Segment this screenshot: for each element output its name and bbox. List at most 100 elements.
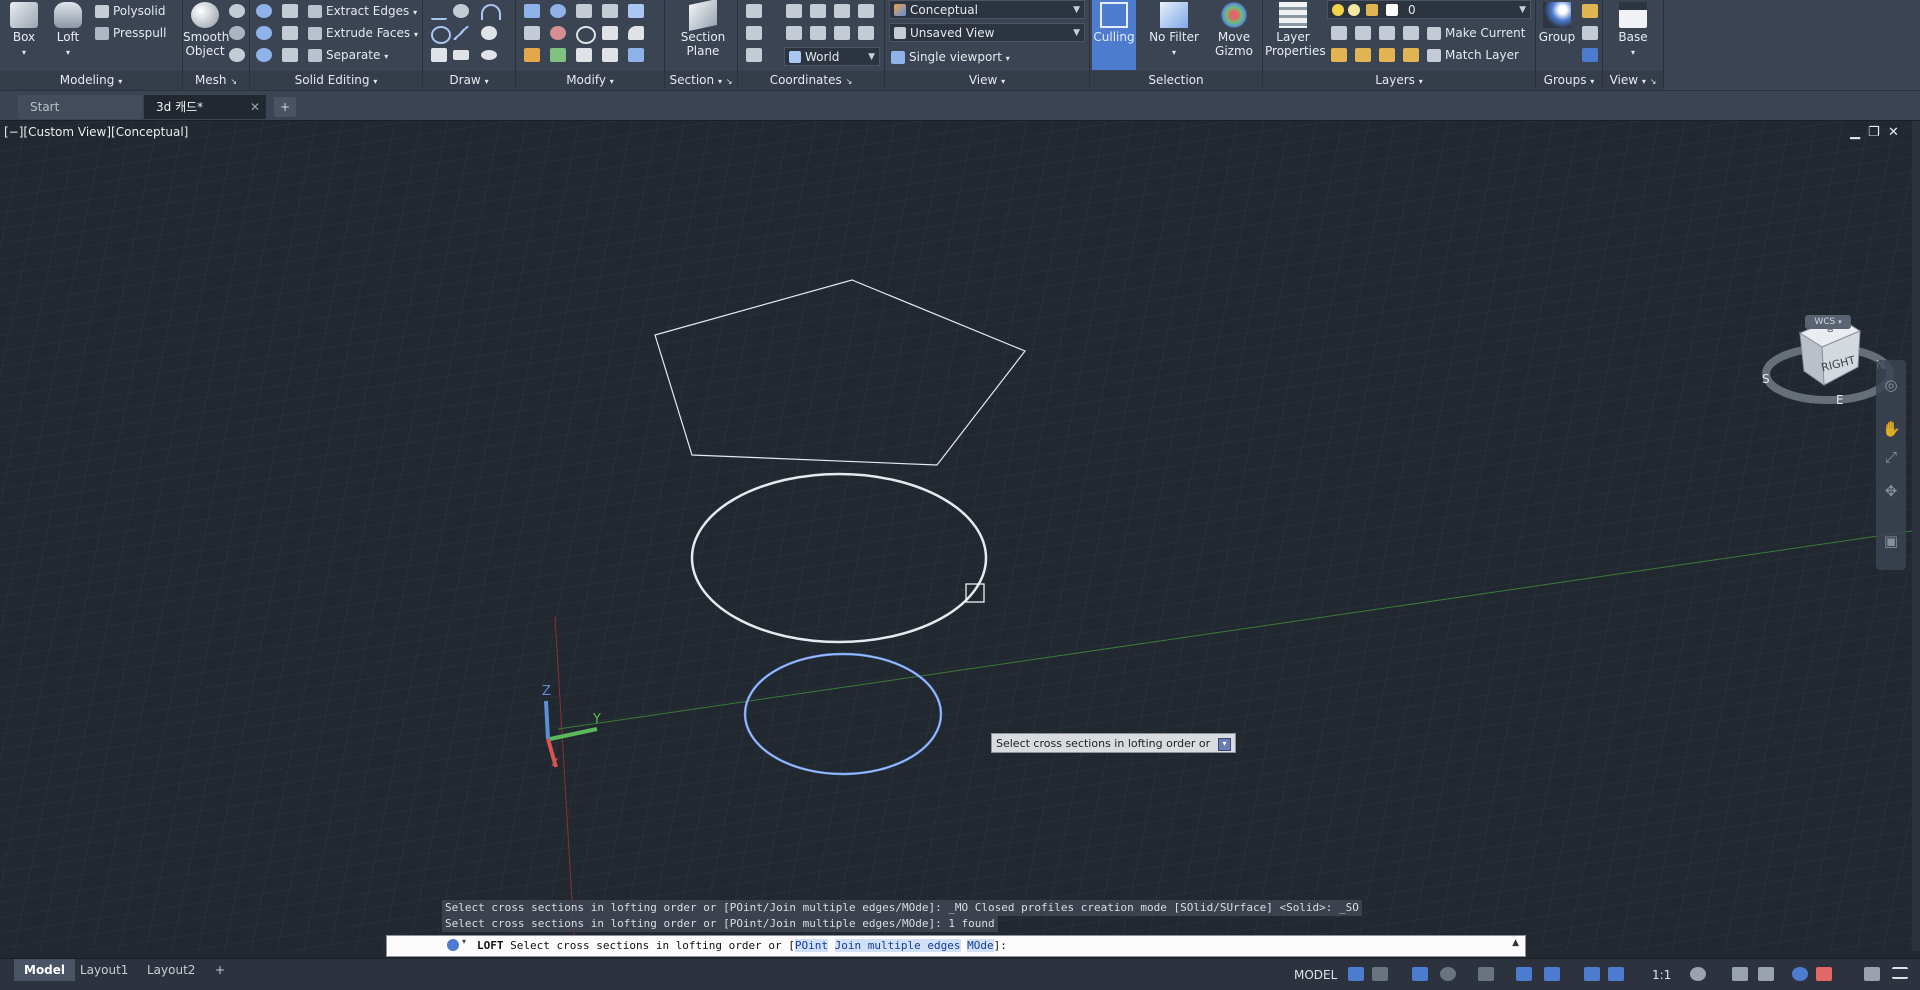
pan-icon[interactable]: ✋ <box>1882 420 1901 438</box>
clean-screen-icon[interactable] <box>1864 967 1880 981</box>
modify-tool-6-icon[interactable] <box>524 26 540 40</box>
ucs-tool-6-icon[interactable] <box>746 26 762 40</box>
spline-icon[interactable] <box>431 26 451 44</box>
ucs-tool-10-icon[interactable] <box>858 26 874 40</box>
move-icon[interactable] <box>576 4 592 18</box>
tooltip-options-icon[interactable]: ▾ <box>1218 738 1231 751</box>
units-icon[interactable] <box>1758 967 1774 981</box>
viewport-controls-label[interactable]: [−][Custom View][Conceptual] <box>4 125 188 139</box>
model-space-button[interactable]: MODEL <box>1294 965 1337 985</box>
extrude-faces-button[interactable]: Extrude Faces ▾ <box>308 22 418 44</box>
named-view-dropdown[interactable]: Unsaved View ▼ <box>889 23 1085 42</box>
mesh-tool-1-icon[interactable] <box>229 4 245 18</box>
layer-properties-button[interactable]: Layer Properties <box>1265 0 1326 58</box>
solid-tool-2-icon[interactable] <box>282 26 298 40</box>
restore-icon[interactable]: ❐ <box>1868 125 1880 140</box>
tab-layout2[interactable]: Layout2 <box>137 959 205 981</box>
tab-3d-cad[interactable]: 3d 캐드* ✕ <box>144 95 266 119</box>
groups-panel-title[interactable]: Groups ▾ <box>1536 71 1602 90</box>
polyline-icon[interactable] <box>431 4 447 20</box>
object-snap-icon[interactable] <box>1544 967 1560 981</box>
annotation-monitor-icon[interactable] <box>1732 967 1748 981</box>
snap-mode-icon[interactable] <box>1372 967 1388 981</box>
polygon-icon[interactable] <box>431 48 447 62</box>
modify-tool-11-icon[interactable] <box>524 48 540 62</box>
solid-tool-1-icon[interactable] <box>282 4 298 18</box>
zoom-extents-icon[interactable]: ⤢ <box>1882 448 1900 466</box>
smooth-object-button[interactable]: Smooth Object <box>183 0 229 58</box>
viewport-config-button[interactable]: Single viewport ▾ <box>891 46 1010 68</box>
group-tool-3-icon[interactable] <box>1582 48 1598 62</box>
object-snap-tracking-icon[interactable] <box>1516 967 1532 981</box>
hardware-acceleration-icon[interactable] <box>1816 967 1832 981</box>
group-tool-1-icon[interactable] <box>1582 4 1598 18</box>
modify-tool-10-icon[interactable] <box>628 26 644 40</box>
rectangle-icon[interactable] <box>453 50 469 60</box>
draw-panel-title[interactable]: Draw ▾ <box>423 71 515 90</box>
view2-panel-title[interactable]: View ▾ ↘ <box>1603 71 1663 90</box>
option-mode[interactable]: MOde <box>967 939 994 952</box>
tab-layout1[interactable]: Layout1 <box>70 959 138 981</box>
visual-style-dropdown[interactable]: Conceptual ▼ <box>889 0 1085 19</box>
ucs-tool-8-icon[interactable] <box>810 26 826 40</box>
intersect-icon[interactable] <box>256 48 272 62</box>
ucs-tool-9-icon[interactable] <box>834 26 850 40</box>
modify-tool-13-icon[interactable] <box>576 48 592 62</box>
drawing-viewport[interactable]: Z Y X RIGHT 상 N S E WCS ▾ [−][Custom Vie… <box>0 121 1912 951</box>
layer-tool-8-icon[interactable] <box>1403 48 1419 62</box>
layer-dropdown[interactable]: 0 ▼ <box>1327 0 1531 19</box>
make-current-button[interactable]: Make Current <box>1427 22 1526 44</box>
ucs-dropdown[interactable]: World ▼ <box>784 47 880 66</box>
isodraft-icon[interactable] <box>1478 967 1494 981</box>
steering-wheel-icon[interactable]: ◎ <box>1882 376 1900 394</box>
modify-tool-8-icon[interactable] <box>576 26 596 44</box>
layer-tool-4-icon[interactable] <box>1403 26 1419 40</box>
close-icon[interactable]: ✕ <box>250 95 260 119</box>
line-icon[interactable] <box>453 26 469 40</box>
layers-panel-title[interactable]: Layers ▾ <box>1263 71 1535 90</box>
tab-model[interactable]: Model <box>14 959 76 981</box>
chevron-down-icon[interactable]: ▾ <box>462 937 466 946</box>
orbit-icon[interactable]: ✥ <box>1882 482 1900 500</box>
wcs-menu-button[interactable]: WCS ▾ <box>1805 315 1851 329</box>
group-tool-2-icon[interactable] <box>1582 26 1598 40</box>
section-panel-title[interactable]: Section ▾ ↘ <box>665 71 737 90</box>
auto-scale-icon[interactable] <box>1608 967 1624 981</box>
layer-tool-1-icon[interactable] <box>1331 26 1347 40</box>
workspace-gear-icon[interactable] <box>1690 967 1706 981</box>
modify-tool-4-icon[interactable] <box>602 4 618 18</box>
ucs-tool-3-icon[interactable] <box>810 4 826 18</box>
isolate-objects-icon[interactable] <box>1792 967 1808 981</box>
modify-tool-5-icon[interactable] <box>628 4 644 18</box>
modify-tool-9-icon[interactable] <box>602 26 618 40</box>
solid-tool-3-icon[interactable] <box>282 48 298 62</box>
ortho-icon[interactable] <box>1412 967 1428 981</box>
modify-tool-12-icon[interactable] <box>550 48 566 62</box>
ucs-tool-2-icon[interactable] <box>786 4 802 18</box>
ucs-tool-4-icon[interactable] <box>834 4 850 18</box>
section-plane-button[interactable]: Section Plane <box>679 0 727 58</box>
option-join[interactable]: Join multiple edges <box>834 939 961 952</box>
modeling-panel-title[interactable]: Modeling ▾ <box>0 71 182 90</box>
close-icon[interactable]: ✕ <box>1888 125 1899 140</box>
customization-menu-icon[interactable] <box>1892 967 1908 979</box>
new-tab-button[interactable]: + <box>274 97 296 117</box>
culling-button[interactable]: Culling <box>1092 0 1136 70</box>
solid-editing-panel-title[interactable]: Solid Editing ▾ <box>250 71 422 90</box>
move-gizmo-button[interactable]: Move Gizmo <box>1210 0 1258 58</box>
layer-tool-2-icon[interactable] <box>1355 26 1371 40</box>
ellipse-icon[interactable] <box>481 50 497 60</box>
polar-tracking-icon[interactable] <box>1440 967 1456 981</box>
modify-tool-2-icon[interactable] <box>550 4 566 18</box>
loft-button[interactable]: Loft ▾ <box>50 0 86 60</box>
ucs-tool-11-icon[interactable] <box>746 48 762 62</box>
modify-tool-7-icon[interactable] <box>550 26 566 40</box>
mesh-panel-title[interactable]: Mesh ↘ <box>183 71 249 90</box>
extract-edges-button[interactable]: Extract Edges ▾ <box>308 0 417 22</box>
presspull-button[interactable]: Presspull <box>95 22 166 44</box>
annotation-scale-button[interactable]: 1:1 <box>1652 965 1671 985</box>
option-point[interactable]: POint <box>794 939 829 952</box>
command-line[interactable]: ▾ LOFT Select cross sections in lofting … <box>386 935 1526 957</box>
add-layout-button[interactable]: + <box>205 959 235 981</box>
polysolid-button[interactable]: Polysolid <box>95 0 165 22</box>
